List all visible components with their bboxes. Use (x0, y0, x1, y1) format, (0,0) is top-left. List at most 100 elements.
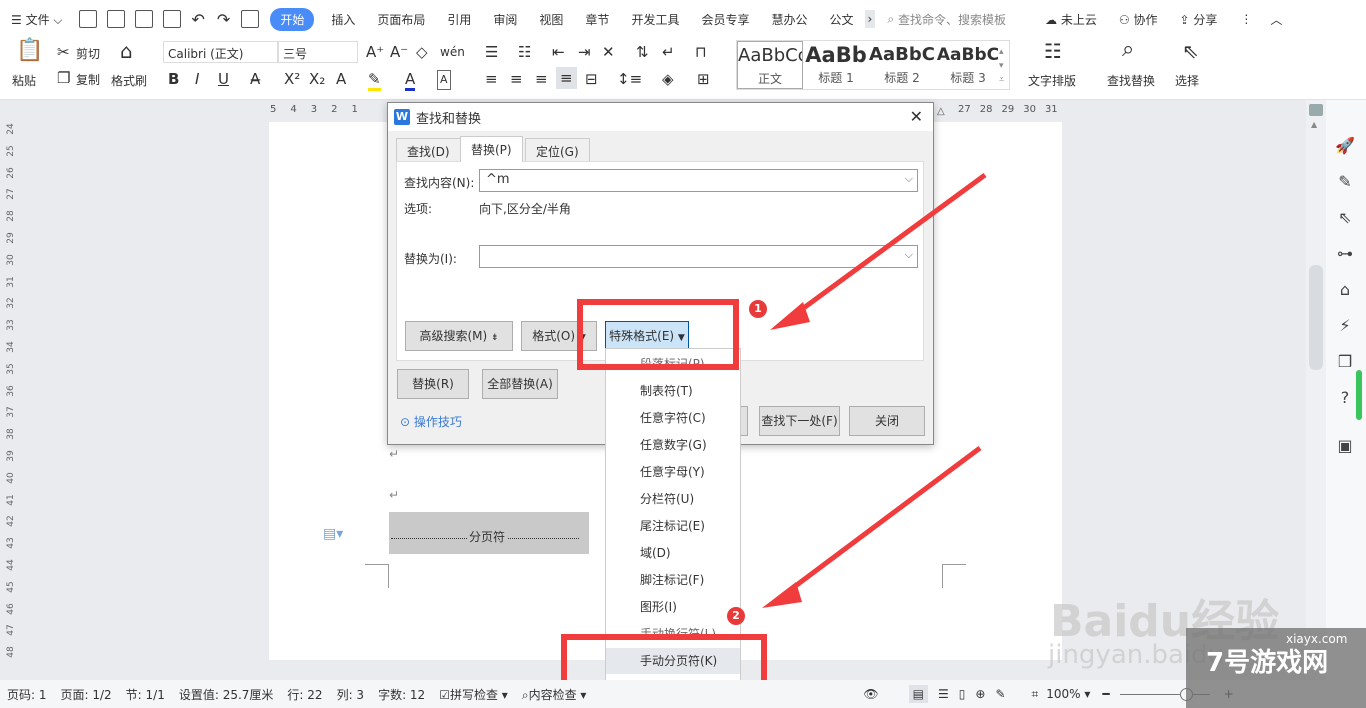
text-layout-button[interactable]: 文字排版 (1028, 72, 1076, 89)
cut-button[interactable]: 剪切 (76, 45, 100, 62)
paragraph-options-icon[interactable]: ▤▾ (323, 526, 343, 542)
save-icon[interactable] (78, 10, 97, 28)
align-center-icon[interactable]: ≡ (510, 70, 523, 88)
web-view-icon[interactable]: ⊕ (975, 687, 985, 701)
tab-stops-icon[interactable]: ⊓ (695, 43, 707, 61)
share-button[interactable]: ⇪ 分享 (1169, 11, 1229, 28)
tab-goto[interactable]: 定位(G) (525, 138, 590, 162)
borders-icon[interactable]: ⊞ (697, 70, 710, 88)
zoom-level[interactable]: 100% ▾ (1046, 687, 1090, 701)
special-menu-item[interactable]: 任意数字(G) (606, 432, 740, 458)
style-heading1[interactable]: AaBb 标题 1 (803, 41, 869, 89)
redo-icon[interactable]: ↷ (217, 10, 230, 29)
special-menu-item[interactable]: 制表符(T) (606, 378, 740, 404)
phonetic-icon[interactable]: wén (440, 43, 465, 61)
status-col[interactable]: 列: 3 (330, 686, 372, 703)
char-border-icon[interactable]: A (437, 70, 451, 90)
bold-icon[interactable]: B (168, 70, 179, 88)
scroll-top-icon[interactable] (1309, 104, 1323, 116)
zoom-slider[interactable] (1119, 687, 1210, 701)
tab-smart-office[interactable]: 慧办公 (760, 11, 818, 28)
tab-official-doc[interactable]: 公文 (818, 11, 864, 28)
help-icon[interactable]: ? (1334, 388, 1356, 410)
paste-icon[interactable]: 📋 (16, 40, 43, 62)
shading-icon[interactable]: ◈ (662, 70, 674, 88)
pen-icon[interactable]: ✎ (1334, 172, 1356, 194)
special-menu-item[interactable]: 分栏符(U) (606, 486, 740, 512)
text-effect-icon[interactable]: A (336, 70, 346, 88)
numbered-list-icon[interactable]: ☷ (518, 43, 531, 61)
rocket-icon[interactable]: 🚀 (1334, 136, 1356, 158)
cursor-icon[interactable]: ⇖ (1334, 208, 1356, 230)
book-search-icon[interactable]: ❒ (1334, 352, 1356, 374)
status-pages[interactable]: 页面: 1/2 (54, 686, 119, 703)
status-word-count[interactable]: 字数: 12 (371, 686, 432, 703)
font-size-select[interactable]: 三号 (278, 41, 358, 63)
superscript-icon[interactable]: X² (284, 70, 300, 88)
style-heading2[interactable]: AaBbC 标题 2 (869, 41, 935, 89)
file-menu[interactable]: ☰ 文件 ⌵ (0, 11, 74, 28)
copy-button[interactable]: 复制 (76, 71, 100, 88)
scroll-up-icon[interactable]: ▲ (1311, 120, 1317, 129)
fit-page-icon[interactable]: ⌗ (1032, 687, 1039, 702)
store-icon[interactable]: ⌂ (1334, 280, 1356, 302)
zoom-in-icon[interactable]: + (1224, 687, 1234, 701)
replace-history-chevron-icon[interactable]: ⌵ (905, 248, 913, 262)
special-menu-item[interactable]: 脚注标记(F) (606, 567, 740, 593)
highlight-icon[interactable]: ✎ (368, 70, 381, 91)
tab-replace[interactable]: 替换(P) (460, 136, 523, 162)
command-search[interactable]: ⌕ 查找命令、搜索模板 (887, 11, 1006, 28)
align-right-icon[interactable]: ≡ (535, 70, 548, 88)
increase-indent-icon[interactable]: ⇥ (578, 43, 591, 61)
find-history-chevron-icon[interactable]: ⌵ (905, 172, 913, 186)
font-name-select[interactable]: Calibri (正文) (163, 41, 278, 63)
tab-developer[interactable]: 开发工具 (620, 11, 690, 28)
more-icon[interactable]: ⋮ (1240, 12, 1252, 26)
sliders-icon[interactable]: ⊶ (1334, 244, 1356, 266)
tab-chapter[interactable]: 章节 (574, 11, 620, 28)
spell-check-button[interactable]: ☑拼写检查 ▾ (432, 686, 515, 703)
vertical-scrollbar[interactable]: ▲ (1306, 100, 1326, 680)
tips-link[interactable]: ⊙ 操作技巧 (400, 413, 462, 430)
indent-marker-icon[interactable]: △ (937, 106, 945, 117)
shrink-font-icon[interactable]: A⁻ (390, 43, 408, 61)
bullet-list-icon[interactable]: ☰ (485, 43, 498, 61)
zoom-slider-handle[interactable] (1179, 687, 1193, 701)
grow-font-icon[interactable]: A⁺ (366, 43, 384, 61)
lightning-icon[interactable]: ⚡ (1334, 316, 1356, 338)
collab-button[interactable]: ⚇ 协作 (1108, 11, 1169, 28)
export-icon[interactable] (241, 10, 260, 28)
page-view-icon[interactable]: ▤ (908, 685, 928, 703)
tab-insert[interactable]: 插入 (320, 11, 366, 28)
dialog-titlebar[interactable]: W 查找和替换 ✕ (388, 103, 933, 131)
clear-format-icon[interactable]: ◇ (416, 43, 428, 61)
status-setting[interactable]: 设置值: 25.7厘米 (172, 686, 281, 703)
print-preview-icon[interactable] (162, 10, 181, 28)
chinese-layout-icon[interactable]: ✕ (602, 43, 615, 61)
line-spacing-icon[interactable]: ↕≡ (617, 70, 642, 88)
replace-button[interactable]: 替换(R) (397, 369, 469, 399)
special-menu-item[interactable]: 尾注标记(E) (606, 513, 740, 539)
decrease-indent-icon[interactable]: ⇤ (552, 43, 565, 61)
undo-icon[interactable]: ↶ (192, 10, 205, 29)
replace-all-button[interactable]: 全部替换(A) (482, 369, 558, 399)
scroll-thumb[interactable] (1309, 265, 1323, 370)
style-heading3[interactable]: AaBbC 标题 3 (935, 41, 1001, 89)
page-break-block[interactable]: 分页符 (389, 512, 589, 554)
zoom-out-icon[interactable]: ━ (1102, 687, 1109, 701)
select-button[interactable]: 选择 (1175, 72, 1199, 89)
sort-icon[interactable]: ⇅ (636, 43, 649, 61)
tab-view[interactable]: 视图 (528, 11, 574, 28)
special-menu-item[interactable]: 图形(I) (606, 594, 740, 620)
font-color-icon[interactable]: A (405, 70, 416, 91)
format-painter-button[interactable]: 格式刷 (111, 72, 147, 89)
tab-page-layout[interactable]: 页面布局 (366, 11, 436, 28)
subscript-icon[interactable]: X₂ (309, 70, 325, 88)
status-section[interactable]: 节: 1/1 (119, 686, 172, 703)
replace-input[interactable]: ⌵ (479, 245, 918, 268)
print-icon[interactable] (134, 10, 153, 28)
export-pdf-icon[interactable] (106, 10, 125, 28)
advanced-search-button[interactable]: 高级搜索(M) ⇟ (405, 321, 513, 351)
tab-find[interactable]: 查找(D) (396, 138, 461, 162)
tab-review[interactable]: 审阅 (482, 11, 528, 28)
